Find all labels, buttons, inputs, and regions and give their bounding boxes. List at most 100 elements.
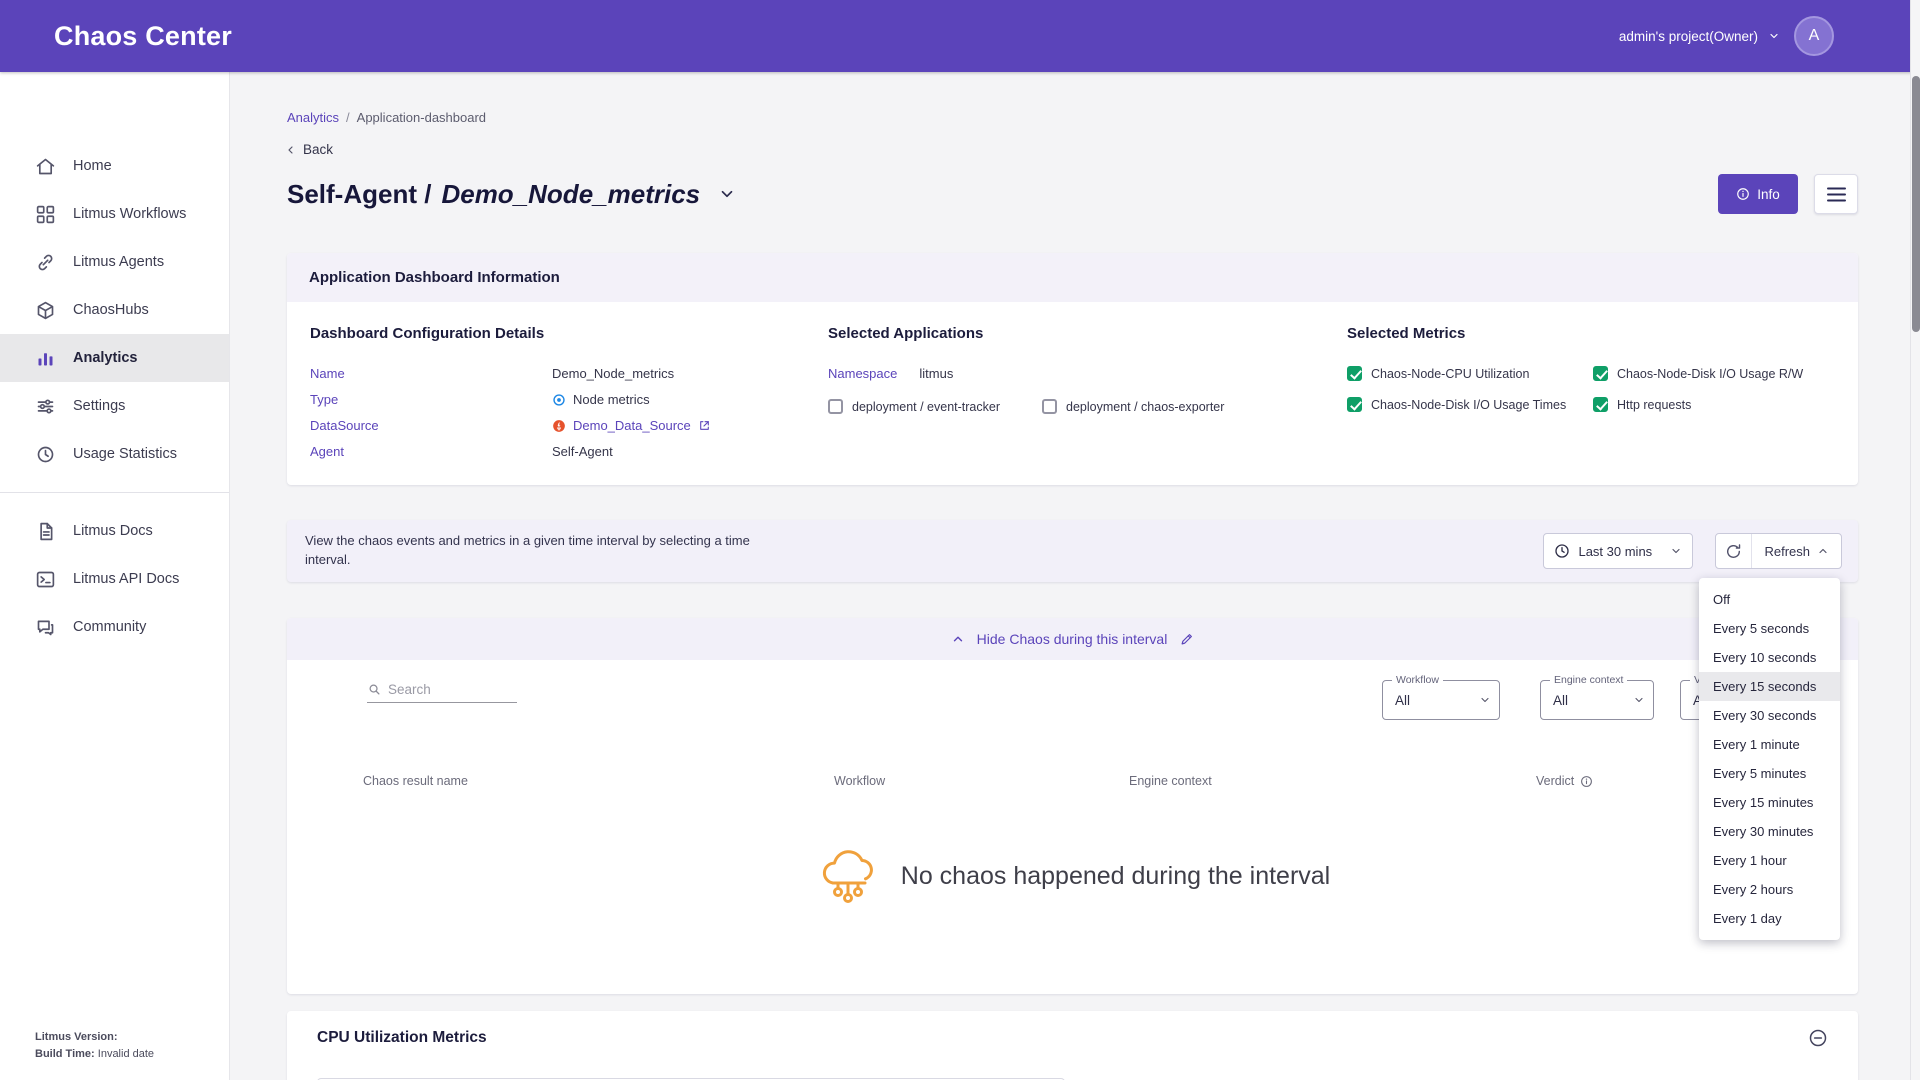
sidebar-item-label: Analytics (73, 350, 137, 366)
menu-option-every-2-hours[interactable]: Every 2 hours (1699, 875, 1840, 904)
sidebar-item-community[interactable]: Community (0, 603, 229, 651)
checkbox-label: Chaos-Node-CPU Utilization (1371, 367, 1529, 381)
info-icon (1736, 187, 1750, 201)
settings-icon (35, 396, 56, 417)
chevron-down-icon (1768, 30, 1780, 42)
sidebar-item-label: Litmus Workflows (73, 206, 186, 222)
back-button[interactable]: Back (285, 142, 333, 157)
sidebar-footer: Litmus Version: Build Time: Invalid date (35, 1029, 154, 1064)
menu-option-off[interactable]: Off (1699, 585, 1840, 614)
metric-checkbox-disk-io-rw[interactable]: Chaos-Node-Disk I/O Usage R/W (1593, 366, 1803, 381)
checkbox-icon (1347, 366, 1362, 381)
workflow-filter[interactable]: Workflow All (1382, 680, 1500, 720)
checkbox-label: Chaos-Node-Disk I/O Usage R/W (1617, 367, 1803, 381)
filter-label: Engine context (1550, 674, 1627, 686)
time-controls: Last 30 mins Refresh (1543, 533, 1842, 569)
menu-option-every-1-minute[interactable]: Every 1 minute (1699, 730, 1840, 759)
time-range-select[interactable]: Last 30 mins (1543, 533, 1693, 569)
workflows-icon (35, 204, 56, 225)
field-datasource: DataSource Demo_Data_Source (310, 418, 711, 433)
checkbox-icon (1593, 397, 1608, 412)
sidebar-nav: Home Litmus Workflows Litmus Agents Chao… (0, 72, 229, 651)
metric-checkbox-disk-io-times[interactable]: Chaos-Node-Disk I/O Usage Times (1347, 397, 1593, 412)
page-title-dashboard-name: Demo_Node_metrics (441, 179, 700, 210)
breadcrumb: Analytics / Application-dashboard (287, 110, 486, 125)
datasource-link[interactable]: Demo_Data_Source (573, 418, 691, 433)
checkbox-label: Chaos-Node-Disk I/O Usage Times (1371, 398, 1566, 412)
checkbox-label: Http requests (1617, 398, 1691, 412)
edit-pencil-icon[interactable] (1179, 632, 1194, 647)
menu-option-every-30-minutes[interactable]: Every 30 minutes (1699, 817, 1840, 846)
sidebar-item-litmus-agents[interactable]: Litmus Agents (0, 238, 229, 286)
time-interval-bar: View the chaos events and metrics in a g… (287, 520, 1858, 582)
sidebar-item-home[interactable]: Home (0, 142, 229, 190)
node-metrics-icon (552, 393, 566, 407)
menu-option-every-10-seconds[interactable]: Every 10 seconds (1699, 643, 1840, 672)
litmus-version-label: Litmus Version: (35, 1031, 118, 1043)
cpu-utilization-card: CPU Utilization Metrics (287, 1011, 1858, 1080)
refresh-dropdown-toggle[interactable]: Refresh (1752, 544, 1841, 559)
sidebar-item-analytics[interactable]: Analytics (0, 334, 229, 382)
chaos-cloud-icon (815, 843, 881, 909)
community-icon (35, 617, 56, 638)
menu-option-every-30-seconds[interactable]: Every 30 seconds (1699, 701, 1840, 730)
build-time-value: Invalid date (98, 1048, 154, 1060)
project-selector[interactable]: admin's project(Owner) (1619, 29, 1780, 44)
breadcrumb-analytics-link[interactable]: Analytics (287, 110, 339, 125)
verdict-info-icon[interactable] (1580, 775, 1593, 788)
chevron-up-icon (1817, 545, 1829, 557)
sidebar-item-label: Litmus Docs (73, 523, 153, 539)
menu-option-every-15-seconds[interactable]: Every 15 seconds (1699, 672, 1840, 701)
chevron-up-icon (951, 632, 965, 646)
hide-chaos-toggle[interactable]: Hide Chaos during this interval (287, 618, 1858, 660)
page-title-row: Self-Agent / Demo_Node_metrics Info (287, 172, 1858, 216)
checkbox-icon (828, 399, 843, 414)
app-title: Chaos Center (54, 21, 232, 52)
info-button[interactable]: Info (1718, 174, 1798, 214)
filter-value: All (1395, 693, 1479, 708)
refresh-icon[interactable] (1716, 534, 1752, 568)
menu-option-every-1-day[interactable]: Every 1 day (1699, 904, 1840, 933)
chaos-interval-card: Hide Chaos during this interval Workflow… (287, 618, 1858, 994)
application-checkboxes: deployment / event-tracker deployment / … (828, 399, 1224, 414)
refresh-label: Refresh (1764, 544, 1810, 559)
title-chevron-down-icon[interactable] (718, 185, 736, 203)
scrollbar-thumb[interactable] (1912, 76, 1920, 332)
sidebar-item-litmus-workflows[interactable]: Litmus Workflows (0, 190, 229, 238)
page-scrollbar[interactable] (1910, 0, 1920, 1080)
prometheus-icon (552, 419, 566, 433)
section-title: Selected Applications (828, 325, 1224, 342)
dashboard-menu-button[interactable] (1814, 174, 1858, 214)
engine-context-filter[interactable]: Engine context All (1540, 680, 1654, 720)
menu-option-every-1-hour[interactable]: Every 1 hour (1699, 846, 1840, 875)
sidebar-item-litmus-docs[interactable]: Litmus Docs (0, 507, 229, 555)
collapse-minus-icon[interactable] (1808, 1028, 1828, 1048)
clock-icon (1554, 543, 1570, 559)
external-link-icon[interactable] (698, 419, 711, 432)
app-checkbox-event-tracker[interactable]: deployment / event-tracker (828, 399, 1000, 414)
menu-option-every-15-minutes[interactable]: Every 15 minutes (1699, 788, 1840, 817)
metric-checkbox-http-requests[interactable]: Http requests (1593, 397, 1803, 412)
menu-option-every-5-seconds[interactable]: Every 5 seconds (1699, 614, 1840, 643)
search-input[interactable] (388, 682, 498, 697)
sidebar-item-usage-statistics[interactable]: Usage Statistics (0, 430, 229, 478)
column-chaos-result-name: Chaos result name (363, 774, 468, 788)
sidebar-item-label: Litmus API Docs (73, 571, 179, 587)
column-workflow: Workflow (834, 774, 885, 788)
sidebar-item-chaoshubs[interactable]: ChaosHubs (0, 286, 229, 334)
checkbox-icon (1347, 397, 1362, 412)
column-verdict: Verdict (1536, 774, 1593, 788)
refresh-control[interactable]: Refresh (1715, 533, 1842, 569)
back-label: Back (303, 142, 333, 157)
filter-value: All (1553, 693, 1633, 708)
app-header: Chaos Center admin's project(Owner) A (0, 0, 1920, 72)
app-checkbox-chaos-exporter[interactable]: deployment / chaos-exporter (1042, 399, 1224, 414)
sidebar-item-litmus-api-docs[interactable]: Litmus API Docs (0, 555, 229, 603)
section-title: Selected Metrics (1347, 325, 1803, 342)
avatar[interactable]: A (1794, 16, 1834, 56)
time-range-value: Last 30 mins (1578, 544, 1662, 559)
metric-checkbox-cpu-utilization[interactable]: Chaos-Node-CPU Utilization (1347, 366, 1593, 381)
menu-option-every-5-minutes[interactable]: Every 5 minutes (1699, 759, 1840, 788)
time-interval-description: View the chaos events and metrics in a g… (305, 532, 775, 570)
sidebar-item-settings[interactable]: Settings (0, 382, 229, 430)
